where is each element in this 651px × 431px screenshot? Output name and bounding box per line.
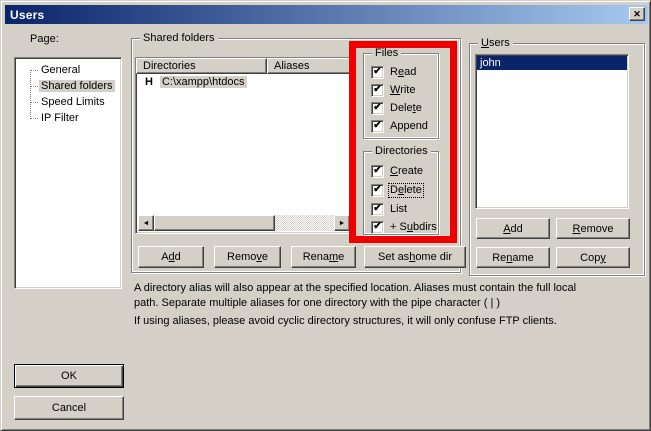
ok-button[interactable]: OK [14, 364, 124, 388]
files-group-label: Files [372, 47, 401, 60]
write-checkbox-label[interactable]: Write [389, 84, 416, 97]
shared-folders-list: Directories Aliases H C:\xampp\htdocs ◄ … [135, 57, 353, 234]
users-list: john [475, 54, 629, 209]
check-icon: ✔ [373, 120, 381, 131]
users-group-label: Users [478, 37, 513, 50]
list-checkbox-row[interactable]: ✔ List [371, 202, 408, 216]
tree-branch-icon [30, 86, 38, 87]
subdirs-checkbox-label[interactable]: + Subdirs [389, 221, 438, 234]
tree-item-general[interactable]: General [15, 62, 121, 78]
alias-note-line1: A directory alias will also appear at th… [134, 282, 576, 295]
tree-item-shared-folders[interactable]: Shared folders [15, 78, 121, 94]
tree-item-label: IP Filter [39, 112, 81, 124]
delete-files-checkbox[interactable]: ✔ [371, 102, 384, 115]
close-button[interactable]: ✕ [629, 7, 645, 21]
check-icon: ✔ [373, 165, 381, 176]
column-header-directories[interactable]: Directories [136, 58, 267, 74]
window-title: Users [10, 8, 44, 22]
append-checkbox-row[interactable]: ✔ Append [371, 119, 429, 133]
alias-note-line2: path. Separate multiple aliases for one … [134, 297, 500, 310]
read-checkbox[interactable]: ✔ [371, 66, 384, 79]
scroll-right-button[interactable]: ► [334, 215, 350, 231]
write-checkbox-row[interactable]: ✔ Write [371, 83, 416, 97]
check-icon: ✔ [373, 184, 381, 195]
tree-item-speed-limits[interactable]: Speed Limits [15, 94, 121, 110]
subdirs-checkbox[interactable]: ✔ [371, 221, 384, 234]
directory-path: C:\xampp\htdocs [160, 76, 247, 88]
tree-item-ip-filter[interactable]: IP Filter [15, 110, 121, 126]
remove-user-button[interactable]: Remove [556, 218, 630, 239]
cancel-button[interactable]: Cancel [14, 396, 124, 420]
append-checkbox[interactable]: ✔ [371, 120, 384, 133]
tree-item-label: Shared folders [39, 80, 115, 92]
files-permissions-group: Files ✔ Read ✔ Write ✔ Delete ✔ Append [363, 53, 439, 139]
rename-directory-button[interactable]: Rename [291, 246, 356, 268]
home-flag: H [145, 76, 153, 88]
scroll-left-button[interactable]: ◄ [138, 215, 154, 231]
check-icon: ✔ [373, 66, 381, 77]
close-icon: ✕ [633, 9, 641, 20]
read-checkbox-row[interactable]: ✔ Read [371, 65, 417, 79]
tree-branch-icon [30, 70, 38, 71]
delete-dirs-checkbox-row[interactable]: ✔ Delete [371, 183, 423, 197]
list-header: Directories Aliases [136, 58, 352, 74]
scroll-left-icon: ◄ [143, 220, 150, 227]
add-directory-button[interactable]: Add [138, 246, 204, 268]
delete-dirs-checkbox[interactable]: ✔ [371, 184, 384, 197]
horizontal-scrollbar: ◄ ► [138, 215, 350, 231]
subdirs-checkbox-row[interactable]: ✔ + Subdirs [371, 220, 438, 234]
list-checkbox[interactable]: ✔ [371, 203, 384, 216]
title-bar[interactable]: Users ✕ [5, 5, 648, 24]
page-tree: General Shared folders Speed Limits IP F… [14, 57, 122, 289]
check-icon: ✔ [373, 84, 381, 95]
write-checkbox[interactable]: ✔ [371, 84, 384, 97]
remove-directory-button[interactable]: Remove [214, 246, 281, 268]
shared-folders-group-label: Shared folders [140, 32, 218, 45]
set-as-home-dir-button[interactable]: Set as home dir [364, 246, 466, 268]
check-icon: ✔ [373, 102, 381, 113]
create-checkbox-label[interactable]: Create [389, 165, 424, 178]
scrollbar-track[interactable] [154, 215, 334, 231]
create-checkbox-row[interactable]: ✔ Create [371, 164, 424, 178]
column-header-aliases[interactable]: Aliases [267, 58, 352, 74]
list-checkbox-label[interactable]: List [389, 203, 408, 216]
cyclic-note: If using aliases, please avoid cyclic di… [134, 315, 557, 328]
tree-item-label: Speed Limits [39, 96, 107, 108]
tree-branch-icon [30, 102, 38, 103]
append-checkbox-label[interactable]: Append [389, 120, 429, 133]
tree-item-label: General [39, 64, 82, 76]
check-icon: ✔ [373, 221, 381, 232]
read-checkbox-label[interactable]: Read [389, 66, 417, 79]
tree-branch-icon [30, 118, 38, 119]
directory-list-row[interactable]: H C:\xampp\htdocs [136, 74, 352, 90]
scroll-right-icon: ► [339, 220, 346, 227]
copy-user-button[interactable]: Copy [556, 247, 630, 268]
directories-group-label: Directories [372, 145, 431, 158]
user-list-item[interactable]: john [477, 56, 627, 70]
add-user-button[interactable]: Add [476, 218, 550, 239]
delete-files-checkbox-row[interactable]: ✔ Delete [371, 101, 423, 115]
check-icon: ✔ [373, 203, 381, 214]
delete-dirs-checkbox-label[interactable]: Delete [389, 184, 423, 197]
page-label: Page: [30, 33, 59, 45]
users-dialog-window: Users ✕ Page: General Shared folders Spe… [0, 0, 651, 431]
create-checkbox[interactable]: ✔ [371, 165, 384, 178]
delete-files-checkbox-label[interactable]: Delete [389, 102, 423, 115]
directories-permissions-group: Directories ✔ Create ✔ Delete ✔ List ✔ +… [363, 151, 439, 235]
rename-user-button[interactable]: Rename [476, 247, 550, 268]
scrollbar-thumb[interactable] [154, 215, 275, 231]
